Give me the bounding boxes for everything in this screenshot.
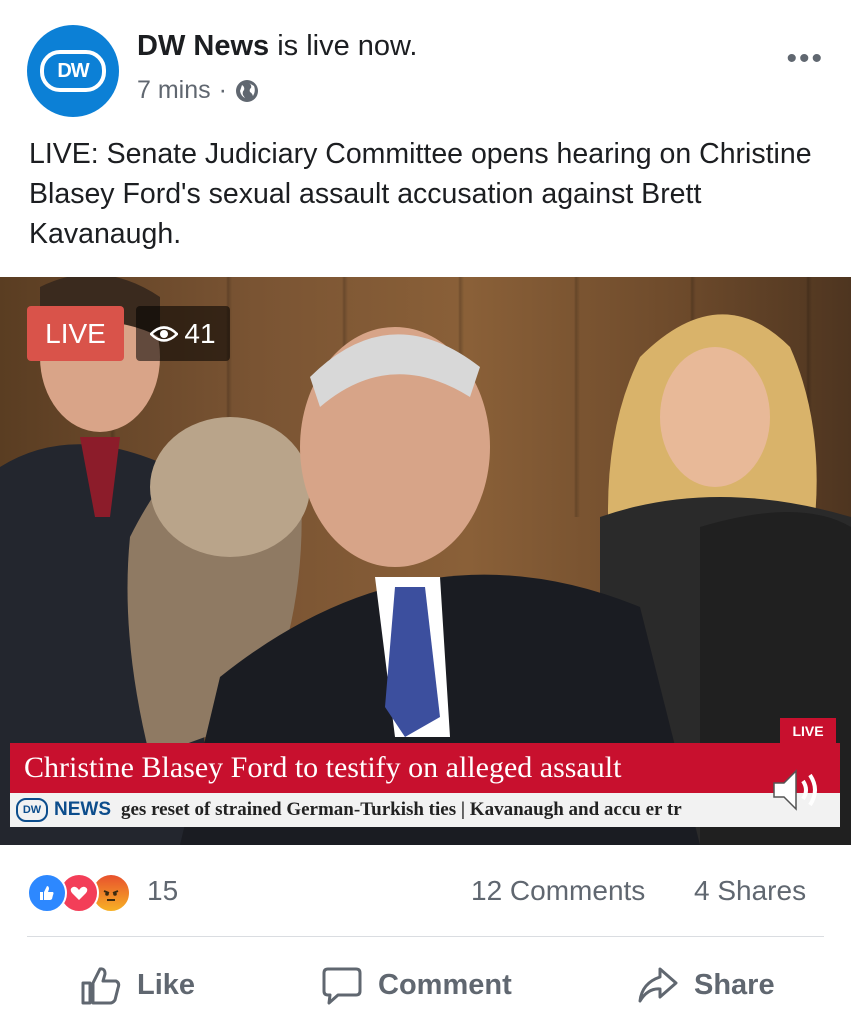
live-status-text: is live now. — [277, 30, 418, 62]
comments-count-link[interactable]: 12 Comments — [471, 875, 645, 907]
viewer-count-badge: 41 — [136, 306, 230, 361]
reaction-count[interactable]: 15 — [147, 875, 178, 907]
actions-divider — [27, 936, 824, 937]
comment-label: Comment — [378, 968, 512, 1001]
ticker-text: ges reset of strained German-Turkish tie… — [121, 799, 682, 820]
ticker-brand: NEWS — [54, 799, 111, 820]
post-header: DW DW News is live now. 7 mins · ••• — [0, 0, 851, 130]
page-name-link[interactable]: DW News — [137, 30, 269, 62]
live-video-player[interactable]: LIVE 41 LIVE Christine Blasey Ford to te… — [0, 277, 851, 845]
globe-icon — [235, 79, 258, 102]
comment-bubble-icon — [322, 967, 362, 1005]
post-text: LIVE: Senate Judiciary Committee opens h… — [29, 138, 812, 250]
more-options-button[interactable]: ••• — [786, 42, 824, 76]
like-label: Like — [137, 968, 196, 1001]
dw-ticker-logo: DW — [16, 798, 48, 822]
dw-logo-icon: DW — [40, 50, 106, 92]
broadcast-live-tag: LIVE — [780, 718, 836, 744]
eye-icon — [150, 325, 179, 342]
broadcast-headline-bar: Christine Blasey Ford to testify on alle… — [10, 743, 840, 793]
like-button[interactable]: Like — [79, 960, 195, 1010]
shares-count-link[interactable]: 4 Shares — [694, 875, 806, 907]
share-arrow-icon — [638, 967, 678, 1003]
comment-button[interactable]: Comment — [320, 960, 512, 1010]
viewer-count: 41 — [184, 317, 216, 349]
reaction-summary[interactable] — [27, 873, 139, 913]
post-meta: 7 mins · — [137, 76, 259, 105]
post-stats: 15 12 Comments 4 Shares — [0, 855, 851, 925]
meta-separator: · — [218, 76, 227, 104]
share-button[interactable]: Share — [636, 960, 775, 1010]
share-label: Share — [694, 968, 775, 1001]
page-avatar[interactable]: DW — [27, 25, 119, 117]
post-timestamp[interactable]: 7 mins — [137, 76, 211, 105]
live-badge: LIVE — [27, 306, 124, 361]
like-icon — [27, 873, 67, 913]
news-ticker: DW NEWS ges reset of strained German-Tur… — [10, 793, 840, 827]
post-author-line: DW News is live now. — [137, 30, 417, 63]
thumbs-up-icon — [81, 967, 121, 1005]
post-actions: Like Comment Share — [0, 950, 851, 1020]
sound-icon[interactable] — [766, 765, 824, 815]
broadcast-headline: Christine Blasey Ford to testify on alle… — [24, 751, 622, 784]
